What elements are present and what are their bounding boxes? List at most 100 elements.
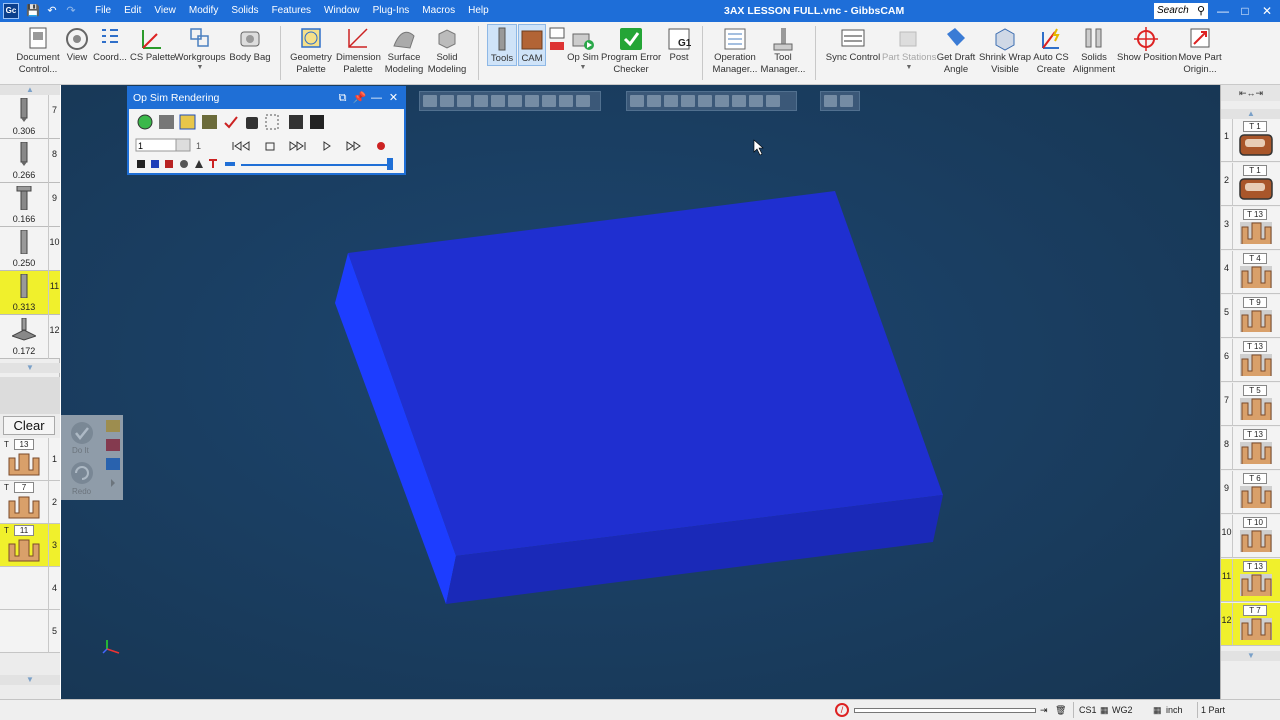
zoom-toolbar[interactable] xyxy=(820,91,860,111)
menu-features[interactable]: Features xyxy=(272,0,311,22)
menu-plugins[interactable]: Plug-Ins xyxy=(373,0,410,22)
process-item[interactable]: T 7 2 xyxy=(0,481,60,524)
panel-toggle-icons[interactable]: ⇤↔⇥ xyxy=(1221,85,1280,101)
toolbar-icon[interactable] xyxy=(749,95,763,107)
geometry-palette-button[interactable]: Geometry Palette xyxy=(288,24,334,82)
menu-macros[interactable]: Macros xyxy=(422,0,455,22)
render-toolbar[interactable] xyxy=(626,91,797,111)
search-input[interactable]: Search ⚲ xyxy=(1154,3,1208,19)
chevron-right-icon[interactable] xyxy=(111,479,115,487)
menu-solids[interactable]: Solids xyxy=(231,0,258,22)
get-draft-angle-button[interactable]: Get Draft Angle xyxy=(936,24,976,82)
pin-icon[interactable]: 📌 xyxy=(351,90,368,107)
tool-item[interactable]: 0.166 9 xyxy=(0,183,60,227)
operation-item[interactable]: 8 T 13 xyxy=(1221,427,1280,470)
operation-item[interactable]: 10 T 10 xyxy=(1221,515,1280,558)
post-button[interactable]: G1 Post xyxy=(664,24,694,82)
menu-help[interactable]: Help xyxy=(468,0,489,22)
toolbar-icon[interactable] xyxy=(423,95,437,107)
toolbar-icon[interactable] xyxy=(474,95,488,107)
toolbar-icon[interactable] xyxy=(542,95,556,107)
cam-extra-button[interactable] xyxy=(548,24,566,82)
zoom-icon[interactable] xyxy=(824,95,837,107)
op-sim-button[interactable]: Op Sim ▼ xyxy=(566,24,600,82)
tool-item[interactable]: 0.306 7 xyxy=(0,95,60,139)
sim-progress-thumb[interactable] xyxy=(387,158,393,170)
scroll-down-icon[interactable]: ▼ xyxy=(1221,651,1280,661)
menu-edit[interactable]: Edit xyxy=(124,0,141,22)
display-mode-icons[interactable] xyxy=(137,159,235,168)
toolbar-icon[interactable] xyxy=(508,95,522,107)
check-icon[interactable] xyxy=(224,116,238,129)
scroll-down-icon[interactable]: ▼ xyxy=(0,363,60,373)
bug-icon[interactable] xyxy=(202,115,217,129)
menu-file[interactable]: File xyxy=(95,0,111,22)
clear-button[interactable]: Clear xyxy=(3,416,55,435)
minimize-icon[interactable]: — xyxy=(368,90,385,107)
operation-item[interactable]: 7 T 5 xyxy=(1221,383,1280,426)
toolbar-icon[interactable] xyxy=(715,95,729,107)
units[interactable]: inch xyxy=(1166,702,1196,718)
rewind-button[interactable] xyxy=(232,141,250,151)
play-button[interactable] xyxy=(323,141,331,151)
redo-icon[interactable]: ↷ xyxy=(64,4,78,18)
render-icon[interactable] xyxy=(137,114,153,130)
step-button[interactable] xyxy=(289,141,306,151)
part-stations-button[interactable]: Part Stations ▼ xyxy=(882,24,936,82)
toolbar-icon[interactable] xyxy=(576,95,590,107)
delete-icon[interactable] xyxy=(106,439,120,451)
no-entry-icon[interactable]: / xyxy=(835,703,849,717)
toolbar-icon[interactable] xyxy=(559,95,573,107)
op-stepper[interactable] xyxy=(175,138,191,152)
operation-item[interactable]: 6 T 13 xyxy=(1221,339,1280,382)
toolbar-icon[interactable] xyxy=(766,95,780,107)
process-item-empty[interactable]: 4 xyxy=(0,567,60,610)
undo-icon[interactable]: ↶ xyxy=(45,4,59,18)
menu-modify[interactable]: Modify xyxy=(189,0,218,22)
operation-item[interactable]: 4 T 4 xyxy=(1221,251,1280,294)
workgroup[interactable]: WG2 xyxy=(1112,702,1152,718)
toolbar-icon[interactable] xyxy=(491,95,505,107)
do-it-button[interactable] xyxy=(71,422,93,444)
stock-icon[interactable] xyxy=(159,115,174,129)
3d-viewport[interactable] xyxy=(61,85,1220,699)
toolbar-icon[interactable] xyxy=(732,95,746,107)
toolbar-icon[interactable] xyxy=(630,95,644,107)
toolbar-icon[interactable] xyxy=(647,95,661,107)
film-icon[interactable] xyxy=(310,115,324,129)
operation-item[interactable]: 3 T 13 xyxy=(1221,207,1280,250)
show-position-button[interactable]: Show Position xyxy=(1117,24,1177,82)
cam-button[interactable]: CAM xyxy=(518,24,546,66)
paste-icon[interactable] xyxy=(106,458,120,470)
dimension-palette-button[interactable]: Dimension Palette xyxy=(336,24,381,82)
tool-manager-button[interactable]: Tool Manager... xyxy=(760,24,806,82)
grid-icon[interactable] xyxy=(289,115,303,129)
tool-item-selected[interactable]: 0.313 11 xyxy=(0,271,60,315)
tool-item[interactable]: 0.266 8 xyxy=(0,139,60,183)
help-icon[interactable] xyxy=(840,95,853,107)
jump-end-icon[interactable]: ⇥ xyxy=(1040,702,1048,718)
tools-button[interactable]: Tools xyxy=(487,24,517,66)
process-item-empty[interactable]: 5 xyxy=(0,610,60,653)
tool-item[interactable]: 0.172 12 xyxy=(0,315,60,359)
process-item[interactable]: T 13 1 xyxy=(0,438,60,481)
cs-palette-button[interactable]: CS Palette xyxy=(130,24,175,82)
scroll-up-icon[interactable]: ▲ xyxy=(1221,109,1280,119)
program-error-checker-button[interactable]: Program Error Checker xyxy=(601,24,661,82)
operation-item-selected[interactable]: 12 T 7 xyxy=(1221,603,1280,646)
stop-button[interactable] xyxy=(265,142,275,151)
solid-modeling-button[interactable]: Solid Modeling xyxy=(426,24,468,82)
toolbar-icon[interactable] xyxy=(664,95,678,107)
coordinate-system[interactable]: CS1 xyxy=(1073,702,1099,718)
solids-alignment-button[interactable]: Solids Alignment xyxy=(1072,24,1116,82)
scroll-down-icon[interactable]: ▼ xyxy=(0,675,60,685)
close-button[interactable]: ✕ xyxy=(1257,2,1277,20)
toolbar-icon[interactable] xyxy=(440,95,454,107)
scroll-up-icon[interactable]: ▲ xyxy=(0,85,60,95)
lock-icon[interactable] xyxy=(246,117,258,129)
operation-item[interactable]: 1 T 1 xyxy=(1221,119,1280,162)
close-icon[interactable]: ✕ xyxy=(385,90,402,107)
shrink-wrap-visible-button[interactable]: Shrink Wrap Visible xyxy=(978,24,1032,82)
maximize-button[interactable]: □ xyxy=(1235,2,1255,20)
coord-button[interactable]: Coord... xyxy=(93,24,127,82)
